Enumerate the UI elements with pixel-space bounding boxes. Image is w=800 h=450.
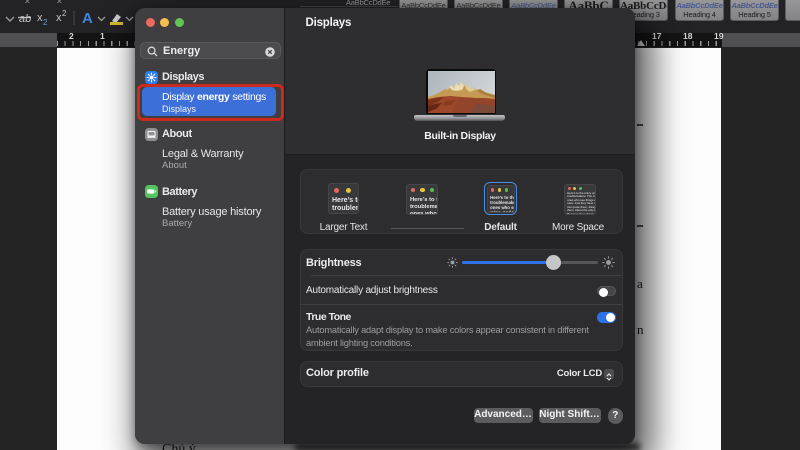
svg-text:2: 2 bbox=[43, 18, 48, 27]
svg-text:ab: ab bbox=[19, 13, 31, 25]
svg-text:A: A bbox=[82, 10, 93, 27]
svg-text:✕: ✕ bbox=[56, 0, 63, 6]
svg-text:2: 2 bbox=[62, 9, 67, 18]
svg-text:✕: ✕ bbox=[24, 0, 31, 6]
